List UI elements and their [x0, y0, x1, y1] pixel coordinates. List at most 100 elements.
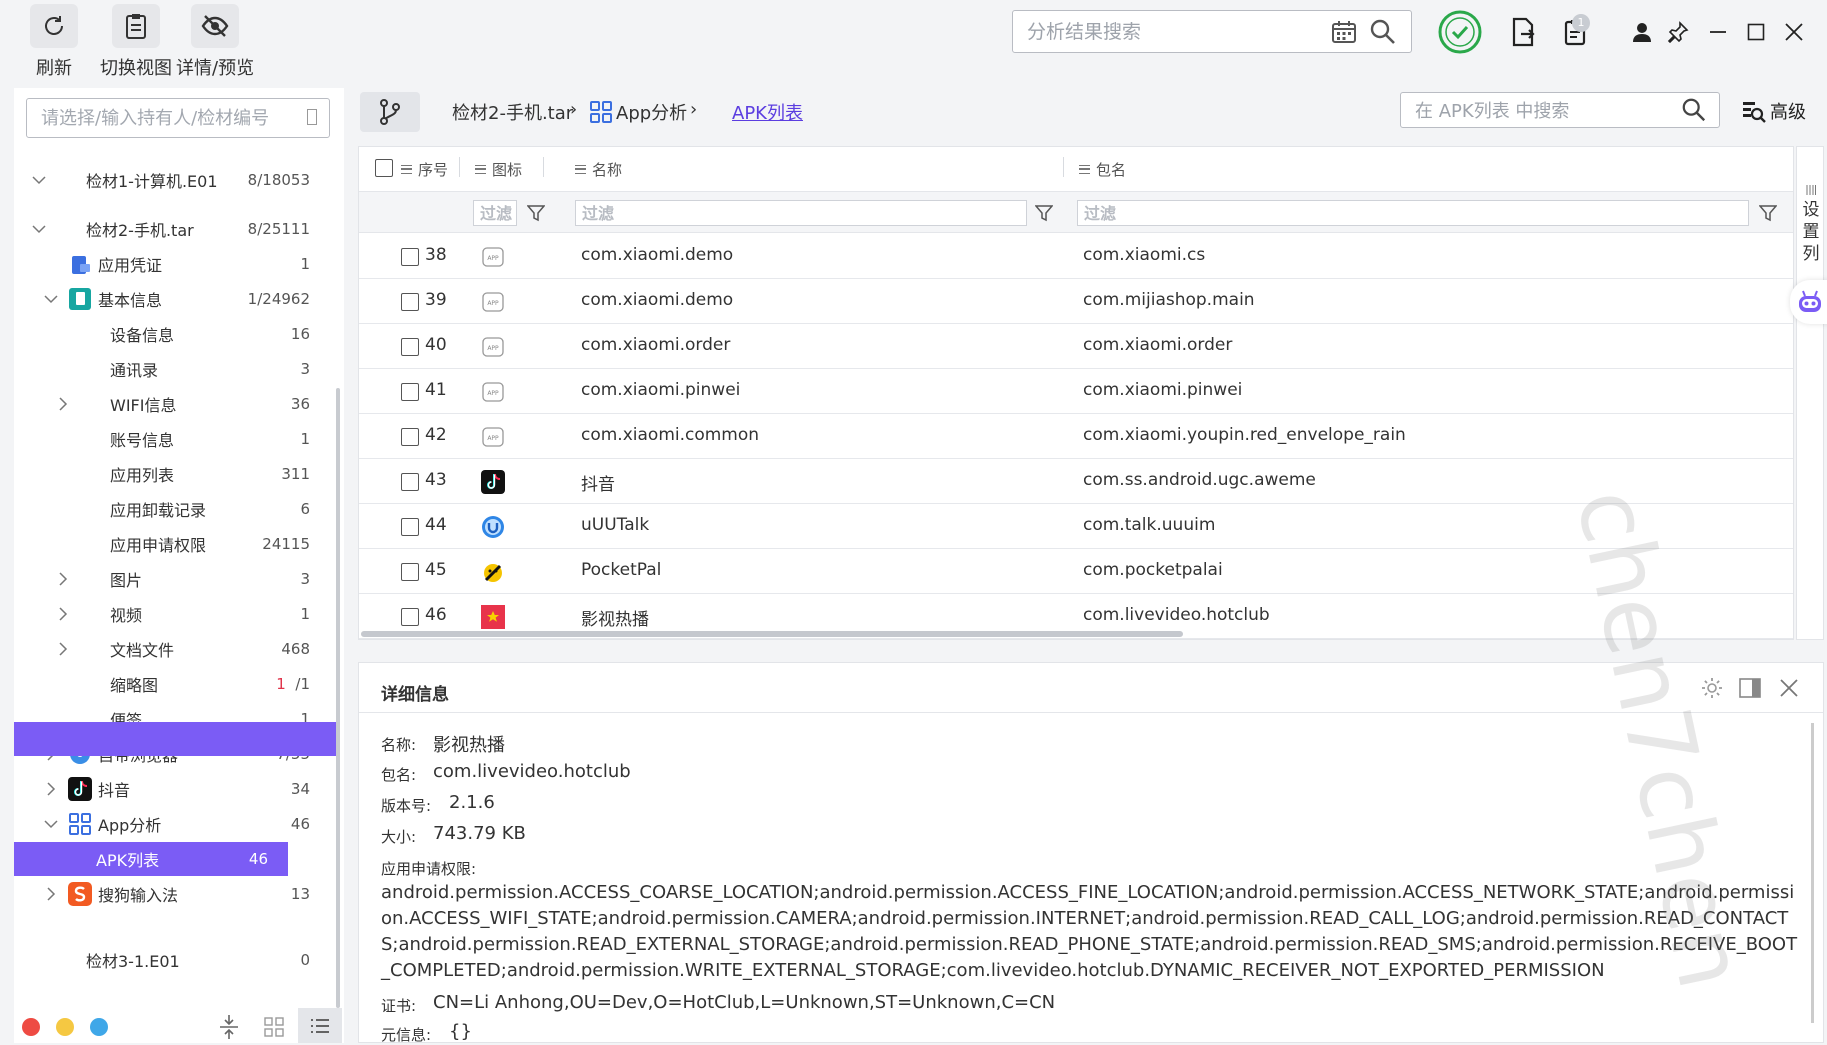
table-row[interactable]: 42 APP com.xiaomi.common com.xiaomi.youp…	[359, 414, 1793, 459]
breadcrumb-app-analysis[interactable]: App分析	[616, 99, 687, 125]
svg-text:APP: APP	[487, 300, 499, 307]
grid-view-icon[interactable]	[264, 1017, 284, 1037]
tree-item-videos[interactable]: 视频 1	[14, 597, 336, 631]
pin-icon[interactable]	[1666, 20, 1690, 44]
dropdown-icon[interactable]	[307, 109, 317, 125]
chevron-down-icon[interactable]	[44, 292, 58, 306]
chevron-right-icon[interactable]	[44, 782, 58, 796]
tree-scrollbar[interactable]	[336, 388, 340, 1008]
select-all-checkbox[interactable]	[375, 159, 393, 177]
tree-item-documents[interactable]: 文档文件 468	[14, 632, 336, 666]
column-header-package[interactable]: 包名	[1079, 159, 1126, 180]
table-row[interactable]: 45 PocketPal com.pocketpalai	[359, 549, 1793, 594]
search-icon[interactable]	[1681, 97, 1707, 123]
tree-item-app-credentials[interactable]: 应用凭证 1	[14, 247, 336, 281]
tree-item-apk-list[interactable]: APK列表 46	[14, 842, 288, 876]
assistant-button[interactable]	[1790, 280, 1827, 324]
row-checkbox[interactable]	[401, 248, 419, 266]
column-divider[interactable]	[543, 157, 544, 177]
tree-item-sogou-input[interactable]: 搜狗输入法 13	[14, 877, 336, 911]
branch-button[interactable]	[360, 92, 420, 132]
row-checkbox[interactable]	[401, 518, 419, 536]
table-row[interactable]: 44 uUUTalk com.talk.uuuim	[359, 504, 1793, 549]
details-preview-button[interactable]: 详情/预览	[176, 4, 254, 80]
shield-check-icon[interactable]	[1436, 8, 1484, 56]
table-row[interactable]: 41 APP com.xiaomi.pinwei com.xiaomi.pinw…	[359, 369, 1793, 414]
filter-funnel-icon[interactable]	[1759, 204, 1777, 222]
column-settings-tab[interactable]: 设置列	[1796, 146, 1824, 640]
row-checkbox[interactable]	[401, 383, 419, 401]
row-checkbox[interactable]	[401, 608, 419, 626]
holder-search-input[interactable]	[41, 105, 303, 131]
tree-item-app-list[interactable]: 应用列表 311	[14, 457, 336, 491]
split-panel-icon[interactable]	[1739, 677, 1761, 699]
tree-item-wifi-info[interactable]: WIFI信息 36	[14, 387, 336, 421]
analysis-search-input[interactable]	[1027, 18, 1327, 46]
chevron-right-icon[interactable]	[56, 607, 70, 621]
tree-item-app-analysis[interactable]: App分析 46	[14, 807, 336, 841]
filter-row	[359, 191, 1793, 233]
package-filter-input[interactable]	[1078, 201, 1748, 225]
minimize-icon[interactable]	[1706, 20, 1730, 44]
tree-item-contacts[interactable]: 通讯录 3	[14, 352, 336, 386]
switch-view-button[interactable]: 切换视图	[100, 4, 172, 80]
export-icon[interactable]	[1508, 16, 1538, 48]
list-view-button[interactable]	[298, 1008, 342, 1043]
tree-item-evidence2[interactable]: 检材2-手机.tar 8/25111	[14, 212, 336, 246]
filter-funnel-icon[interactable]	[1035, 204, 1053, 222]
table-row[interactable]: 43 抖音 com.ss.android.ugc.aweme	[359, 459, 1793, 504]
table-row[interactable]: 40 APP com.xiaomi.order com.xiaomi.order	[359, 324, 1793, 369]
icon-filter-input[interactable]	[474, 201, 516, 225]
collapse-all-icon[interactable]	[218, 1014, 240, 1040]
close-icon[interactable]	[1779, 678, 1799, 698]
maximize-icon[interactable]	[1744, 20, 1768, 44]
column-header-icon[interactable]: 图标	[475, 159, 522, 180]
tree-item-thumbnails[interactable]: 缩略图 1 /1	[14, 667, 336, 701]
row-checkbox[interactable]	[401, 293, 419, 311]
tree-item-evidence3[interactable]: 检材3-1.E01 0	[14, 943, 336, 977]
row-checkbox[interactable]	[401, 428, 419, 446]
tree-item-evidence1[interactable]: 检材1-计算机.E01 8/18053	[14, 163, 336, 197]
filter-funnel-icon[interactable]	[527, 204, 545, 222]
user-icon[interactable]	[1630, 20, 1654, 44]
chevron-right-icon[interactable]	[56, 397, 70, 411]
chevron-right-icon[interactable]	[44, 887, 58, 901]
row-checkbox[interactable]	[401, 338, 419, 356]
gear-icon[interactable]	[1701, 677, 1723, 699]
table-horizontal-scrollbar[interactable]	[361, 631, 1183, 637]
table-row[interactable]: 38 APP com.xiaomi.demo com.xiaomi.cs	[359, 234, 1793, 279]
tree-item-basic-info[interactable]: 基本信息 1/24962	[14, 282, 336, 316]
chevron-down-icon[interactable]	[32, 173, 46, 187]
tree-item-app-permissions[interactable]: 应用申请权限 24115	[14, 527, 336, 561]
row-checkbox[interactable]	[401, 563, 419, 581]
list-view-icon	[311, 1019, 329, 1033]
uutalk-icon	[482, 516, 504, 538]
chevron-right-icon[interactable]	[56, 572, 70, 586]
tree-item-images[interactable]: 图片 3	[14, 562, 336, 596]
tree-item-device-info[interactable]: 设备信息 16	[14, 317, 336, 351]
table-row[interactable]: 39 APP com.xiaomi.demo com.mijiashop.mai…	[359, 279, 1793, 324]
refresh-button[interactable]: 刷新	[30, 4, 78, 80]
name-filter-input[interactable]	[576, 201, 1026, 225]
column-settings-label: 设置列	[1802, 200, 1820, 264]
chevron-right-icon[interactable]	[56, 642, 70, 656]
advanced-search-button[interactable]: 高级	[1742, 98, 1806, 124]
chevron-down-icon[interactable]	[44, 817, 58, 831]
calendar-icon[interactable]	[1331, 20, 1357, 44]
column-divider[interactable]	[459, 157, 460, 177]
tree-item-douyin[interactable]: 抖音 34	[14, 772, 336, 806]
chevron-down-icon[interactable]	[32, 222, 46, 236]
column-divider[interactable]	[1063, 157, 1064, 177]
tree-item-account-info[interactable]: 账号信息 1	[14, 422, 336, 456]
column-header-name[interactable]: 名称	[575, 159, 622, 180]
search-icon[interactable]	[1369, 18, 1397, 46]
detail-scrollbar[interactable]	[1811, 723, 1814, 1023]
row-checkbox[interactable]	[401, 473, 419, 491]
breadcrumb-evidence[interactable]: 检材2-手机.tar	[452, 99, 573, 125]
close-window-icon[interactable]	[1782, 20, 1806, 44]
breadcrumb-apk-list[interactable]: APK列表	[732, 99, 803, 125]
column-header-index[interactable]: 序号	[401, 159, 448, 180]
column-menu-icon	[475, 165, 486, 174]
tree-item-app-uninstall[interactable]: 应用卸载记录 6	[14, 492, 336, 526]
apk-search-input[interactable]	[1415, 98, 1665, 124]
